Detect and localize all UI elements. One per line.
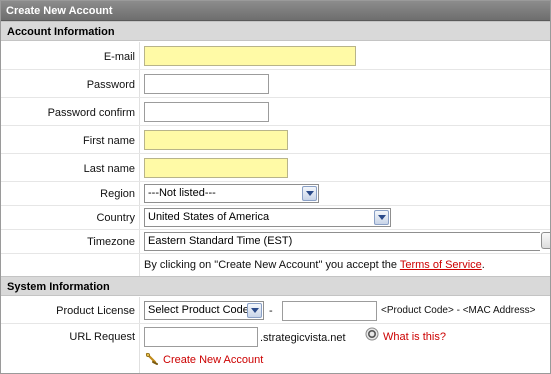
region-select[interactable]: ---Not listed--- [144, 184, 319, 203]
help-circle-icon[interactable] [365, 327, 379, 341]
url-request-field[interactable] [144, 327, 258, 347]
create-new-account-button[interactable]: Create New Account [163, 354, 263, 366]
terms-text: By clicking on "Create New Account" you … [144, 259, 485, 271]
what-is-this-link[interactable]: What is this? [383, 331, 446, 343]
password-label: Password [86, 79, 135, 91]
first-name-field[interactable] [144, 130, 288, 150]
product-code-select[interactable]: Select Product Code [144, 301, 264, 320]
dash-separator: - [269, 305, 273, 317]
password-confirm-label: Password confirm [47, 107, 135, 119]
chevron-down-icon[interactable] [374, 210, 389, 225]
create-account-panel: Create New Account Account Information E… [0, 0, 551, 374]
product-license-label: Product License [56, 305, 135, 317]
country-row: Country United States of America [1, 206, 550, 230]
url-request-row: URL Request .strategicvista.net What is … [1, 324, 550, 349]
timezone-dropdown-button[interactable] [541, 232, 550, 249]
section-system-information: System Information [1, 276, 550, 296]
last-name-field[interactable] [144, 158, 288, 178]
password-confirm-row: Password confirm [1, 98, 550, 126]
terms-row: By clicking on "Create New Account" you … [1, 254, 550, 276]
email-row: E-mail [1, 42, 550, 70]
timezone-selected-value: Eastern Standard Time (EST) [148, 235, 293, 247]
password-field[interactable] [144, 74, 269, 94]
key-icon [145, 352, 159, 366]
product-license-row: Product License Select Product Code - <P… [1, 297, 550, 324]
email-label: E-mail [103, 51, 135, 63]
product-license-hint: <Product Code> - <MAC Address> [381, 305, 536, 316]
first-name-row: First name [1, 126, 550, 154]
country-select[interactable]: United States of America [144, 208, 391, 227]
email-field[interactable] [144, 46, 356, 66]
timezone-select[interactable]: Eastern Standard Time (EST) [144, 232, 540, 251]
chevron-down-icon[interactable] [247, 303, 262, 318]
timezone-row: Timezone Eastern Standard Time (EST) [1, 230, 550, 254]
section-account-information: Account Information [1, 21, 550, 41]
region-selected-value: ---Not listed--- [148, 187, 216, 199]
last-name-row: Last name [1, 154, 550, 182]
terms-of-service-link[interactable]: Terms of Service [400, 259, 482, 271]
timezone-label: Timezone [87, 236, 135, 248]
last-name-label: Last name [83, 163, 135, 175]
mac-address-field[interactable] [282, 301, 377, 321]
region-label: Region [100, 188, 135, 200]
window-title: Create New Account [1, 1, 550, 21]
region-row: Region ---Not listed--- [1, 182, 550, 206]
country-selected-value: United States of America [148, 211, 270, 223]
domain-suffix: .strategicvista.net [260, 332, 346, 344]
chevron-down-icon[interactable] [302, 186, 317, 201]
first-name-label: First name [83, 135, 135, 147]
password-confirm-field[interactable] [144, 102, 269, 122]
country-label: Country [96, 212, 135, 224]
product-code-selected-value: Select Product Code [148, 304, 249, 316]
url-request-label: URL Request [69, 331, 135, 343]
create-account-row: Create New Account [1, 349, 550, 373]
password-row: Password [1, 70, 550, 98]
